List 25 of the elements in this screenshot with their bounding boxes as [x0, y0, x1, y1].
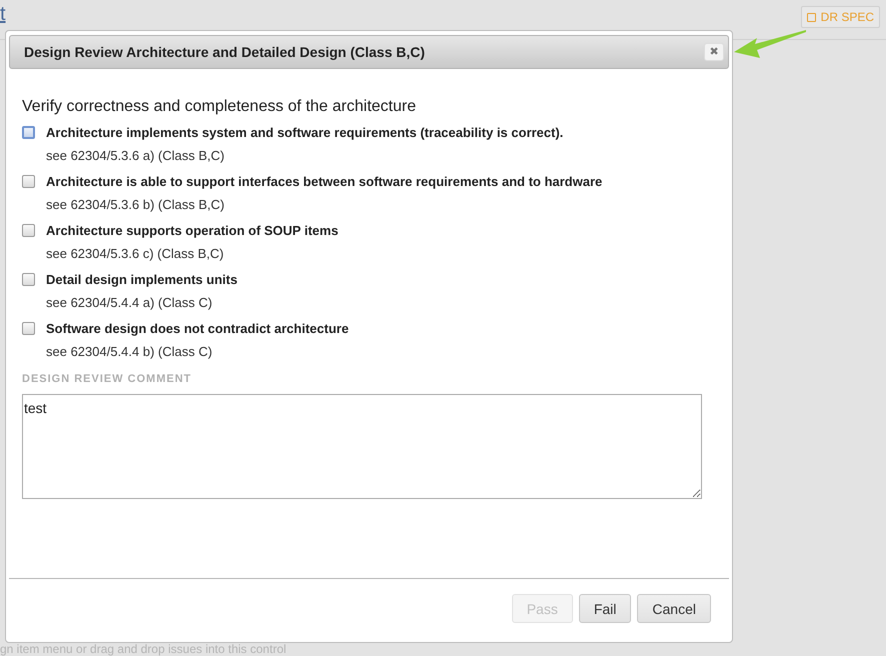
item-reference: see 62304/5.4.4 b) (Class C)	[46, 344, 214, 360]
page-link[interactable]: t	[0, 3, 6, 25]
dialog-button[interactable]: Fail	[578, 594, 632, 623]
section-title: Verify correctness and completeness of the architecture	[22, 98, 417, 116]
item-label: Software design does not contradict architecture	[46, 321, 349, 337]
close-button[interactable]: ✖	[704, 43, 724, 61]
item-reference: see 62304/5.3.6 a) (Class B,C)	[46, 148, 226, 164]
checkbox[interactable]	[22, 273, 35, 286]
dialog-button[interactable]: Cancel	[637, 594, 711, 623]
item-label: Architecture is able to support interfaces between software requirements and to hardware	[46, 174, 602, 190]
item-label: Detail design implements units	[46, 272, 238, 288]
checkbox[interactable]	[22, 224, 35, 237]
item-reference: see 62304/5.3.6 b) (Class B,C)	[46, 197, 226, 213]
arrow-icon	[733, 28, 807, 60]
comment-label: DESIGN REVIEW COMMENT	[22, 373, 193, 385]
square-icon	[806, 12, 816, 22]
item-label: Architecture supports operation of SOUP items	[46, 223, 338, 239]
item-reference: see 62304/5.4.4 a) (Class C)	[46, 295, 214, 311]
comment-field[interactable]: test	[22, 394, 702, 499]
item-label: Architecture implements system and software requirements (traceability is correct).	[46, 125, 564, 141]
checkbox[interactable]	[22, 175, 35, 188]
checkbox[interactable]	[22, 322, 35, 335]
checkbox[interactable]	[22, 126, 35, 139]
item-reference: see 62304/5.3.6 c) (Class B,C)	[46, 246, 225, 262]
dialog-title: Design Review Architecture and Detailed Design (Class B,C)	[24, 44, 425, 60]
